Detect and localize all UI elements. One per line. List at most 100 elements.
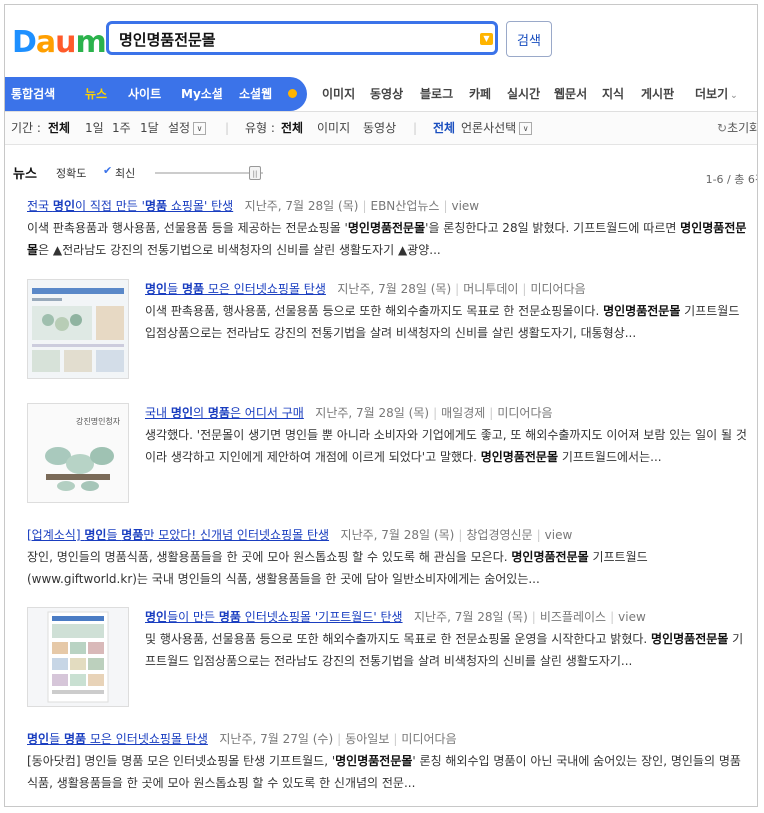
result-description: 생각했다. '전문몰이 생기면 명인들 뿐 아니라 소비자와 기업에게도 좋고,… bbox=[145, 424, 749, 468]
nav-tab-realtime[interactable]: 실시간 bbox=[507, 77, 540, 111]
text-fragment: 들 bbox=[49, 732, 64, 746]
page-frame: Daum ▼ 검색 통합검색 뉴스 사이트 My소셜 소셜웹 이미지 동영상 블… bbox=[4, 4, 758, 807]
result-tag[interactable]: 미디어다음 bbox=[401, 732, 456, 746]
result-source[interactable]: 매일경제 bbox=[441, 406, 485, 420]
text-fragment: 이색 판촉용품, 행사용품, 선물용품 등으로 또한 해외수출까지도 목표로 한… bbox=[145, 304, 604, 318]
sort-accuracy[interactable]: 정확도 bbox=[56, 165, 86, 181]
nav-tab-cafe[interactable]: 카페 bbox=[469, 77, 491, 111]
highlight-term: 명인명품전문몰 bbox=[511, 550, 589, 564]
result-source[interactable]: 비즈플레이스 bbox=[540, 610, 606, 624]
header: Daum ▼ 검색 bbox=[5, 5, 757, 75]
highlight-term: 명품 bbox=[144, 199, 168, 213]
text-fragment: 의 bbox=[193, 406, 208, 420]
highlight-term: 명품 bbox=[181, 282, 205, 296]
source-select-label: 언론사선택 bbox=[461, 121, 517, 135]
search-dropdown-icon[interactable]: ▼ bbox=[480, 33, 493, 45]
new-dot-icon bbox=[288, 89, 297, 98]
result-title[interactable]: [업계소식] 명인들 명품만 모았다! 신개념 인터넷쇼핑몰 탄생 bbox=[27, 528, 329, 542]
period-1day[interactable]: 1일 bbox=[85, 112, 104, 144]
text-fragment: '을 론칭한다고 28일 밝혔다. 기프트월드에 따르면 bbox=[425, 221, 681, 235]
result-title[interactable]: 명인들 명품 모은 인터넷쇼핑몰 탄생 bbox=[27, 732, 208, 746]
period-1month[interactable]: 1달 bbox=[140, 112, 159, 144]
search-box: ▼ bbox=[106, 21, 498, 55]
result-title-line: 전국 명인이 직접 만든 '명품 쇼핑몰' 탄생 지난주, 7월 28일 (목)… bbox=[27, 198, 479, 215]
result-title[interactable]: 국내 명인의 명품은 어디서 구매 bbox=[145, 406, 304, 420]
nav-tab-blog[interactable]: 블로그 bbox=[420, 77, 453, 111]
result-title[interactable]: 명인들 명품 모은 인터넷쇼핑몰 탄생 bbox=[145, 282, 326, 296]
sort-slider-track[interactable] bbox=[155, 172, 263, 174]
result-tag[interactable]: view bbox=[545, 528, 573, 542]
result-date: 지난주, 7월 28일 (목) bbox=[340, 528, 455, 542]
text-fragment: 장인, 명인들의 명품식품, 생활용품들을 한 곳에 모아 원스톱쇼핑 할 수 … bbox=[27, 550, 512, 564]
result-meta: 지난주, 7월 27일 (수) | 동아일보 | 미디어다음 bbox=[219, 732, 457, 746]
period-setting[interactable]: 설정 ∨ bbox=[168, 112, 207, 144]
result-tag[interactable]: 미디어다음 bbox=[530, 282, 585, 296]
text-fragment: 모은 인터넷쇼핑몰 탄생 bbox=[86, 732, 208, 746]
nav-tab-all[interactable]: 통합검색 bbox=[11, 77, 55, 111]
result-description: 이색 판촉용품과 행사용품, 선물용품 등을 제공하는 전문쇼핑몰 '명인명품전… bbox=[27, 217, 749, 261]
period-1week[interactable]: 1주 bbox=[112, 112, 131, 144]
type-video[interactable]: 동영상 bbox=[363, 112, 396, 144]
result-thumbnail[interactable] bbox=[27, 279, 129, 379]
highlight-term: 명품 bbox=[63, 732, 87, 746]
result-title[interactable]: 명인들이 만든 명품 인터넷쇼핑몰 '기프트월드' 탄생 bbox=[145, 610, 403, 624]
sort-latest[interactable]: 최신 bbox=[115, 165, 135, 181]
result-title-line: 국내 명인의 명품은 어디서 구매 지난주, 7월 28일 (목) | 매일경제 | 미… bbox=[145, 405, 553, 422]
result-meta: 지난주, 7월 28일 (목) | 비즈플레이스 | view bbox=[414, 610, 646, 624]
result-title-line: 명인들 명품 모은 인터넷쇼핑몰 탄생 지난주, 7월 27일 (수) | 동아일보… bbox=[27, 731, 457, 748]
result-title[interactable]: 전국 명인이 직접 만든 '명품 쇼핑몰' 탄생 bbox=[27, 199, 233, 213]
reset-button[interactable]: ↻초기화 bbox=[717, 112, 757, 144]
nav-tab-image[interactable]: 이미지 bbox=[322, 77, 355, 111]
result-source[interactable]: 창업경영신문 bbox=[466, 528, 532, 542]
sort-slider-handle[interactable]: || bbox=[249, 166, 261, 180]
result-thumbnail[interactable]: 강진명인청자 bbox=[27, 403, 129, 503]
result-source[interactable]: EBN산업뉴스 bbox=[370, 199, 439, 213]
highlight-term: 명인 bbox=[145, 610, 168, 624]
period-setting-label: 설정 bbox=[168, 121, 191, 135]
nav-tab-news[interactable]: 뉴스 bbox=[85, 77, 107, 111]
chevron-down-icon: ⌄ bbox=[730, 91, 738, 101]
nav-tab-mysocial[interactable]: My소셜 bbox=[181, 77, 223, 111]
chevron-down-icon: ∨ bbox=[519, 122, 533, 135]
text-fragment: 쇼핑몰' 탄생 bbox=[167, 199, 234, 213]
daum-logo[interactable]: Daum bbox=[12, 25, 107, 61]
highlight-term: 명인명품전문몰 bbox=[603, 304, 681, 318]
result-tag[interactable]: view bbox=[451, 199, 479, 213]
result-tag[interactable]: view bbox=[618, 610, 646, 624]
period-all[interactable]: 전체 bbox=[48, 112, 70, 144]
result-description: 장인, 명인들의 명품식품, 생활용품들을 한 곳에 모아 원스톱쇼핑 할 수 … bbox=[27, 546, 749, 590]
search-button[interactable]: 검색 bbox=[506, 21, 552, 57]
text-fragment: 이 직접 만든 ' bbox=[75, 199, 145, 213]
result-date: 지난주, 7월 28일 (목) bbox=[315, 406, 430, 420]
nav-tab-socialweb[interactable]: 소셜웹 bbox=[239, 77, 272, 111]
result-meta: 지난주, 7월 28일 (목) | 창업경영신문 | view bbox=[340, 528, 573, 542]
result-source[interactable]: 머니투데이 bbox=[463, 282, 518, 296]
result-meta: 지난주, 7월 28일 (목) | 머니투데이 | 미디어다음 bbox=[337, 282, 586, 296]
source-select[interactable]: 언론사선택 ∨ bbox=[461, 112, 533, 144]
text-fragment: 전국 bbox=[27, 199, 53, 213]
result-title-line: 명인들이 만든 명품 인터넷쇼핑몰 '기프트월드' 탄생 지난주, 7월 28일… bbox=[145, 609, 646, 626]
result-tag[interactable]: 미디어다음 bbox=[497, 406, 552, 420]
period-label: 기간 : bbox=[11, 121, 41, 135]
nav-tab-more[interactable]: 더보기 ⌄ bbox=[695, 77, 738, 111]
type-all[interactable]: 전체 bbox=[281, 112, 303, 144]
result-thumbnail[interactable] bbox=[27, 607, 129, 707]
result-source[interactable]: 동아일보 bbox=[345, 732, 389, 746]
text-fragment: 이색 판촉용품과 행사용품, 선물용품 등을 제공하는 전문쇼핑몰 ' bbox=[27, 221, 348, 235]
type-image[interactable]: 이미지 bbox=[317, 112, 350, 144]
nav-tab-webdoc[interactable]: 웹문서 bbox=[554, 77, 587, 111]
nav-tab-site[interactable]: 사이트 bbox=[128, 77, 161, 111]
divider: | bbox=[413, 121, 418, 135]
search-input[interactable] bbox=[119, 28, 469, 50]
nav-tab-board[interactable]: 게시판 bbox=[641, 77, 674, 111]
check-icon: ✔ bbox=[103, 164, 113, 177]
text-fragment: 기프트월드에서는... bbox=[558, 450, 662, 464]
result-description: [동아닷컴] 명인들 명품 모은 인터넷쇼핑몰 탄생 기프트월드, '명인명품전… bbox=[27, 750, 749, 794]
source-all[interactable]: 전체 bbox=[433, 112, 455, 144]
nav-tab-knowledge[interactable]: 지식 bbox=[602, 77, 624, 111]
chevron-down-icon: ∨ bbox=[193, 122, 207, 135]
result-date: 지난주, 7월 27일 (수) bbox=[219, 732, 334, 746]
text-fragment: [업계소식] bbox=[27, 528, 85, 542]
nav-tab-video[interactable]: 동영상 bbox=[370, 77, 403, 111]
thumbnail-image bbox=[28, 608, 128, 706]
